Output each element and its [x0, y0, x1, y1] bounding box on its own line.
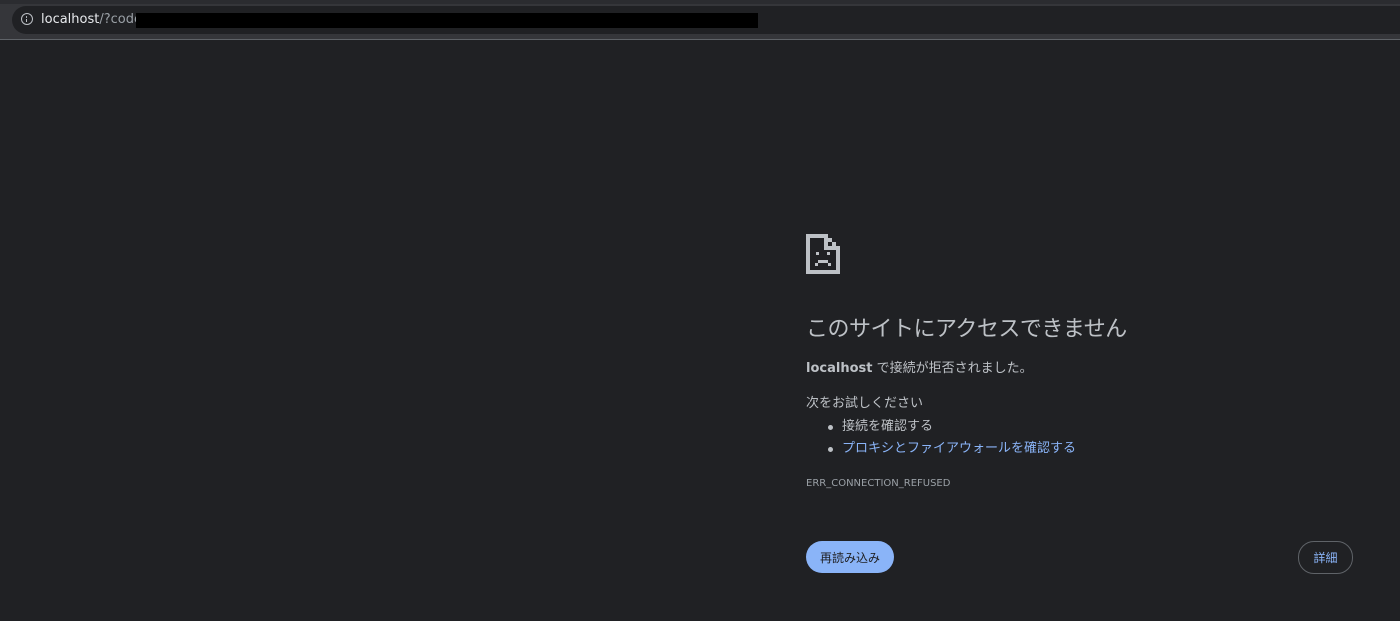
suggestion-list: 接続を確認する プロキシとファイアウォールを確認する — [828, 416, 1076, 460]
error-code: ERR_CONNECTION_REFUSED — [806, 478, 951, 489]
suggestion-check-proxy-link[interactable]: プロキシとファイアウォールを確認する — [842, 441, 1076, 456]
details-button[interactable]: 詳細 — [1298, 541, 1353, 574]
reload-button[interactable]: 再読み込み — [806, 541, 894, 573]
error-title: このサイトにアクセスできません — [806, 317, 1127, 342]
browser-toolbar: localhost/?code= — [0, 0, 1400, 40]
sad-page-icon — [806, 234, 840, 274]
address-bar[interactable]: localhost/?code= — [12, 6, 1400, 34]
redacted-code — [136, 13, 758, 28]
info-icon[interactable] — [21, 13, 33, 25]
try-label: 次をお試しください — [806, 396, 924, 411]
error-description: localhost で接続が拒否されました。 — [806, 360, 1033, 377]
error-message: で接続が拒否されました。 — [872, 361, 1033, 376]
url-host: localhost — [41, 12, 100, 27]
list-item: プロキシとファイアウォールを確認する — [828, 438, 1076, 460]
list-item: 接続を確認する — [828, 416, 1076, 438]
tab-strip — [0, 0, 1400, 4]
suggestion-check-connection: 接続を確認する — [842, 419, 934, 434]
error-host: localhost — [806, 361, 873, 376]
